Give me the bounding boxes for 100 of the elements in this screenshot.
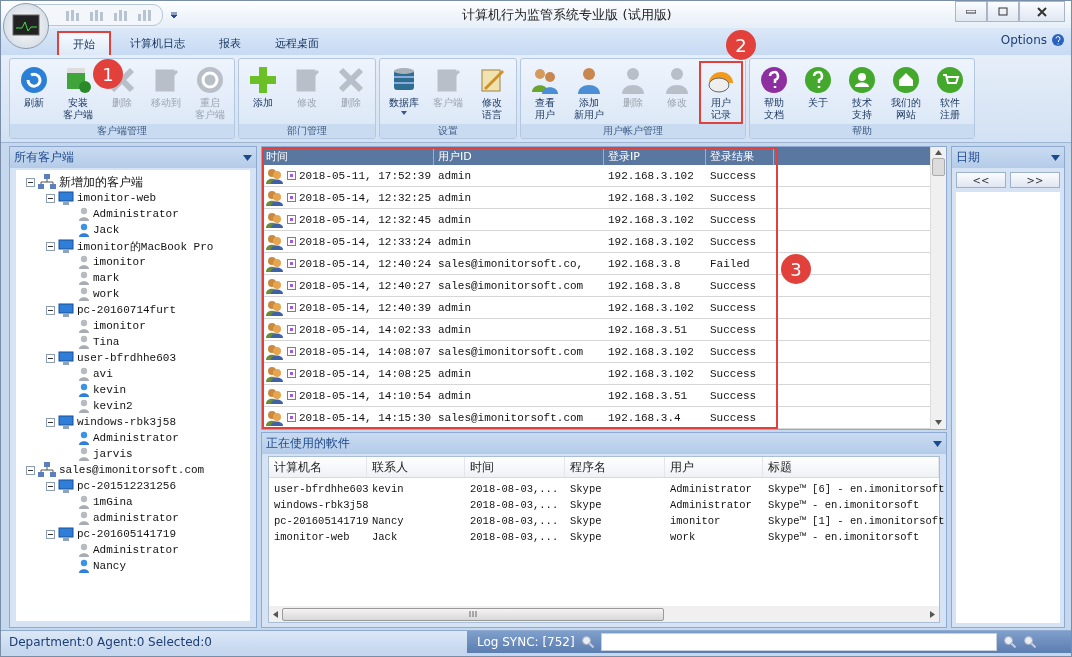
tree-item[interactable]: Administrator xyxy=(93,208,179,220)
ribbon-tab[interactable]: 报表 xyxy=(204,31,256,55)
tree-item[interactable]: user-bfrdhhe603 xyxy=(77,352,177,364)
tree-item[interactable]: kevin xyxy=(93,384,126,396)
marker-icon xyxy=(287,193,296,202)
ribbon-button[interactable]: 技术 支持 xyxy=(840,61,884,124)
column-header[interactable]: 用户ID xyxy=(434,147,604,165)
ribbon-button[interactable]: 我们的 网站 xyxy=(884,61,928,124)
tree-item[interactable]: kevin2 xyxy=(93,400,133,412)
close-button[interactable] xyxy=(1019,1,1065,22)
ribbon-tab[interactable]: 开始 xyxy=(57,31,111,55)
users-icon xyxy=(266,343,284,360)
tree-item[interactable]: sales@imonitorsoft.com xyxy=(59,464,205,476)
marker-icon xyxy=(287,347,296,356)
tree-item[interactable]: pc-201512231256 xyxy=(77,480,177,492)
tree-item[interactable]: mark xyxy=(93,272,120,284)
tree-item[interactable]: Tina xyxy=(93,336,120,348)
table-cell-text: Skype™ [6] - en.imonitorsoft xyxy=(767,482,945,497)
column-header[interactable]: 登录结果 xyxy=(706,147,774,165)
collapse-icon[interactable] xyxy=(46,481,55,491)
zoom-in-icon[interactable] xyxy=(1002,635,1017,649)
tree-item[interactable]: Jack xyxy=(93,224,120,236)
column-header[interactable]: 时间 xyxy=(465,457,565,477)
table-cell-text: 192.168.3.8 xyxy=(607,256,682,272)
collapse-icon[interactable] xyxy=(46,529,55,539)
nav-button[interactable]: >> xyxy=(1010,172,1060,188)
window-title: 计算机行为监管系统专业版 (试用版) xyxy=(461,5,673,24)
ribbon-button[interactable]: 刷新 xyxy=(12,61,56,124)
tree-item[interactable]: jarvis xyxy=(93,448,133,460)
tree-item[interactable]: pc-20160714furt xyxy=(77,304,177,316)
ribbon-button[interactable]: 数据库 xyxy=(382,61,426,124)
table-cell: 2018-05-14, 12:40:39 xyxy=(299,301,432,314)
marker-icon xyxy=(287,215,296,224)
users-icon xyxy=(266,233,284,250)
tree-item[interactable]: imonitor-web xyxy=(77,192,157,204)
scroll-thumb[interactable] xyxy=(932,158,945,176)
dropdown-icon[interactable] xyxy=(933,440,942,447)
search-field[interactable] xyxy=(600,633,997,651)
tree-item[interactable]: 1mGina xyxy=(93,496,133,508)
scroll-down-icon[interactable] xyxy=(935,420,942,425)
tree-item[interactable]: 新增加的客户端 xyxy=(59,173,143,191)
collapse-icon[interactable] xyxy=(26,177,35,187)
marker-icon xyxy=(287,171,296,180)
tree-item[interactable]: avi xyxy=(93,368,113,380)
minimize-button[interactable] xyxy=(955,1,987,22)
options-menu[interactable]: Options xyxy=(1000,32,1047,47)
table-cell-text: Nancy xyxy=(371,514,405,529)
ribbon-button[interactable]: 查看 用户 xyxy=(523,61,567,124)
column-header[interactable]: 计算机名 xyxy=(269,457,367,477)
maximize-button[interactable] xyxy=(987,1,1019,22)
zoom-out-icon[interactable] xyxy=(1022,635,1037,649)
column-header[interactable]: 标题 xyxy=(763,457,939,477)
tree-item[interactable]: Administrator xyxy=(93,432,179,444)
nav-button[interactable]: << xyxy=(956,172,1006,188)
tree-item[interactable]: imonitor的MacBook Pro xyxy=(77,238,214,254)
tree-item[interactable]: pc-201605141719 xyxy=(77,528,177,540)
ribbon-button[interactable]: 添加 xyxy=(241,61,285,124)
collapse-icon[interactable] xyxy=(46,417,55,427)
ribbon-tab[interactable]: 计算机日志 xyxy=(115,31,200,55)
table-cell-text: sales@imonitorsoft.com xyxy=(437,410,585,426)
ribbon-button[interactable]: 帮助 文档 xyxy=(752,61,796,124)
dropdown-icon[interactable] xyxy=(243,154,252,161)
ribbon-button[interactable]: 修改 语言 xyxy=(470,61,514,124)
tree-item[interactable]: work xyxy=(93,288,120,300)
scroll-left-icon[interactable] xyxy=(273,610,278,618)
collapse-icon[interactable] xyxy=(46,241,55,251)
dropdown-icon[interactable] xyxy=(1051,154,1060,161)
table-cell-text: Jack xyxy=(371,530,399,545)
column-header[interactable]: 程序名 xyxy=(565,457,665,477)
column-header[interactable]: 时间 xyxy=(262,147,434,165)
tree-item[interactable]: Administrator xyxy=(93,544,179,556)
collapse-icon[interactable] xyxy=(46,305,55,315)
table-cell-text: admin xyxy=(437,322,472,338)
table-cell-text: 192.168.3.102 xyxy=(607,190,695,206)
tree-item[interactable]: administrator xyxy=(93,512,179,524)
collapse-icon[interactable] xyxy=(46,353,55,363)
tree-item[interactable]: imonitor xyxy=(93,256,146,268)
collapse-icon[interactable] xyxy=(46,193,55,203)
column-header[interactable]: 联系人 xyxy=(367,457,465,477)
scrollbar[interactable] xyxy=(269,606,939,622)
ribbon-button[interactable]: 添加 新用户 xyxy=(567,61,611,124)
table-cell-text: Success xyxy=(709,168,758,184)
ribbon-button[interactable]: 软件 注册 xyxy=(928,61,972,124)
tree-item[interactable]: imonitor xyxy=(93,320,146,332)
help-icon[interactable] xyxy=(1051,32,1065,47)
delete-icon xyxy=(336,65,366,95)
tree-item[interactable]: Nancy xyxy=(93,560,126,572)
dropdown-icon[interactable] xyxy=(169,9,179,20)
table-cell-text: 192.168.3.102 xyxy=(607,212,695,228)
column-header[interactable]: 登录IP xyxy=(604,147,706,165)
table-cell-text: imonitor-web xyxy=(273,530,351,545)
tree-item[interactable]: windows-rbk3j58 xyxy=(77,416,177,428)
ribbon-button[interactable]: 关于 xyxy=(796,61,840,124)
scrollbar[interactable] xyxy=(930,147,946,429)
search-icon[interactable] xyxy=(580,635,595,649)
scroll-up-icon[interactable] xyxy=(935,150,942,155)
collapse-icon[interactable] xyxy=(26,465,35,475)
scroll-right-icon[interactable] xyxy=(930,610,935,618)
column-header[interactable]: 用户 xyxy=(665,457,763,477)
ribbon-tab[interactable]: 远程桌面 xyxy=(260,31,334,55)
